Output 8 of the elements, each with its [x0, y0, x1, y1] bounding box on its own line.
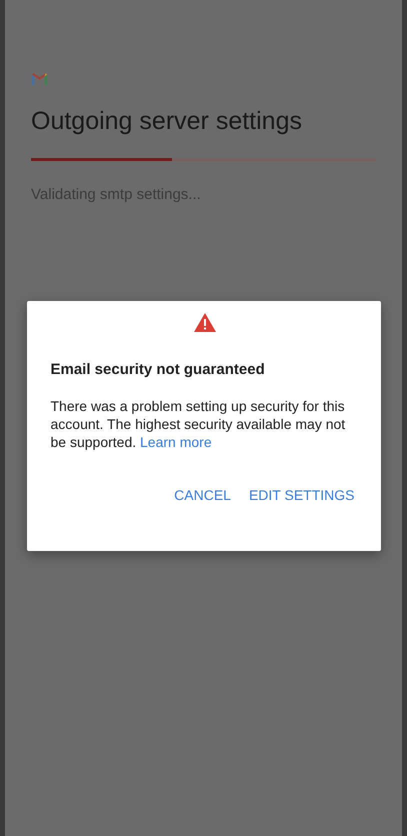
dialog-button[interactable]: EDIT SETTINGS — [244, 481, 358, 509]
dialog-title: Email security not guaranteed — [50, 361, 266, 378]
page-title: Outgoing server settings — [31, 107, 303, 136]
mail-logo-icon — [31, 72, 48, 85]
dialog-message: There was a problem setting up security for this account. The highest security available may not be supported. Learn more — [50, 397, 346, 451]
dialog-button[interactable]: CANCEL — [170, 481, 235, 509]
warning-icon — [194, 313, 216, 332]
learn-more-link[interactable]: Learn more — [140, 434, 212, 450]
